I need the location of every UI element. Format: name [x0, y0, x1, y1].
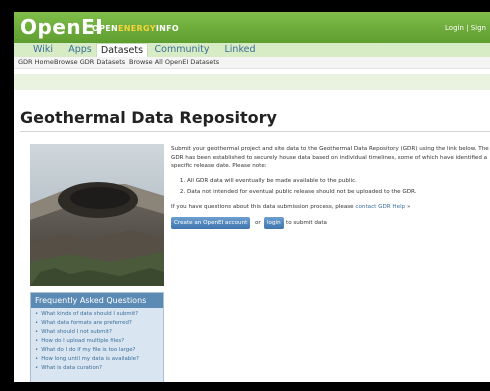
tab-wiki[interactable]: Wiki: [28, 43, 58, 57]
header-strip: [14, 74, 490, 90]
tab-community[interactable]: Community: [154, 43, 210, 57]
tab-datasets[interactable]: Datasets: [96, 43, 148, 57]
logo-energy: ENERGY: [118, 24, 156, 33]
open-energy-info-logo: OPENENERGYINFO: [92, 24, 179, 33]
sub-navigation: GDR Home Browse GDR Datasets Browse All …: [14, 57, 490, 69]
main-content: Submit your geothermal project and site …: [171, 145, 489, 229]
faq-item[interactable]: What do I do if my file is too large?: [35, 346, 159, 355]
contact-gdr-help-link[interactable]: contact GDR Help: [355, 204, 405, 210]
page-title: Geothermal Data Repository: [20, 108, 277, 127]
note-item: All GDR data will eventually be made ava…: [187, 177, 489, 186]
faq-item[interactable]: How do I upload multiple files?: [35, 337, 159, 346]
note-item: Data not intended for eventual public re…: [187, 188, 489, 197]
login-button[interactable]: login: [264, 217, 284, 229]
logo-open: OPEN: [92, 24, 119, 33]
intro-text: Submit your geothermal project and site …: [171, 146, 489, 169]
faq-item[interactable]: How long until my data is available?: [35, 355, 159, 364]
faq-item[interactable]: What should I not submit?: [35, 328, 159, 337]
subnav-browse-all-datasets[interactable]: Browse All OpenEI Datasets: [129, 58, 219, 66]
create-account-button[interactable]: Create an OpenEI account: [171, 217, 251, 229]
faq-title: Frequently Asked Questions: [31, 293, 163, 308]
faq-item[interactable]: What kinds of data should I submit?: [35, 310, 159, 319]
volcano-crater-image: [30, 144, 164, 286]
submit-actions: Create an OpenEI account or login to sub…: [171, 217, 489, 229]
help-question-text: If you have questions about this data su…: [171, 203, 354, 210]
openei-logo[interactable]: OpenEI: [20, 15, 103, 39]
title-divider: [20, 131, 490, 132]
logo-info: INFO: [155, 24, 179, 33]
faq-list: What kinds of data should I submit? What…: [31, 308, 163, 375]
link-arrow: »: [406, 203, 411, 210]
or-text: or: [255, 220, 261, 226]
help-question: If you have questions about this data su…: [171, 203, 489, 212]
browser-page: OpenEI OPENENERGYINFO Login | Sign Wiki …: [14, 12, 490, 382]
tab-apps[interactable]: Apps: [66, 43, 94, 57]
site-header: OpenEI OPENENERGYINFO Login | Sign: [14, 12, 490, 43]
subnav-browse-gdr-datasets[interactable]: Browse GDR Datasets: [54, 58, 125, 66]
login-signup-links[interactable]: Login | Sign: [445, 24, 486, 32]
faq-item[interactable]: What is data curation?: [35, 364, 159, 373]
subnav-gdr-home[interactable]: GDR Home: [18, 58, 54, 66]
faq-panel: Frequently Asked Questions What kinds of…: [30, 292, 164, 382]
to-submit-text: to submit data: [286, 220, 327, 226]
tab-linked-data[interactable]: Linked Data: [212, 43, 268, 69]
main-tabs: Wiki Apps Datasets Community Linked Data: [14, 43, 490, 69]
faq-item[interactable]: What data formats are preferred?: [35, 319, 159, 328]
notes-list: All GDR data will eventually be made ava…: [171, 177, 489, 197]
